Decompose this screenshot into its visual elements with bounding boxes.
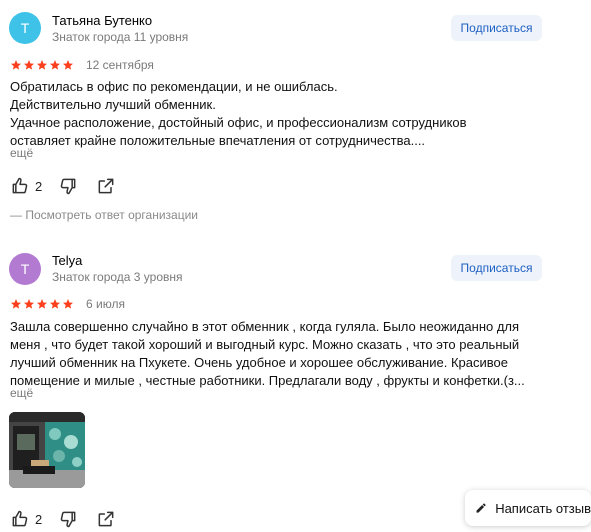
star-icon (63, 60, 73, 70)
more-link[interactable]: ещё (10, 146, 33, 160)
thumb-up-icon (12, 510, 28, 527)
star-icon (24, 60, 34, 70)
like-button[interactable]: 2 (10, 176, 42, 196)
like-button[interactable]: 2 (10, 509, 42, 529)
avatar[interactable]: T (9, 12, 41, 44)
share-button[interactable] (96, 176, 116, 196)
share-button[interactable] (96, 509, 116, 529)
review-date: 12 сентября (86, 58, 154, 72)
star-icon (37, 299, 47, 309)
rating-stars (10, 298, 74, 310)
review-text: Обратилась в офис по рекомендации, и не … (10, 79, 467, 148)
write-review-label: Написать отзыв (495, 500, 591, 516)
review-card: T Telya Знаток города 3 уровня Подписать… (0, 240, 591, 532)
office-photo-image (9, 412, 85, 488)
like-count: 2 (35, 178, 43, 194)
review-actions: 2 (10, 176, 116, 196)
subscribe-button[interactable]: Подписаться (451, 255, 542, 281)
star-icon (37, 60, 47, 70)
share-icon (98, 178, 114, 194)
dislike-button[interactable] (58, 509, 78, 529)
star-icon (11, 60, 21, 70)
star-icon (50, 299, 60, 309)
reviewer-name[interactable]: Татьяна Бутенко (52, 13, 152, 28)
thumb-down-icon (60, 511, 76, 528)
rating-stars (10, 59, 74, 71)
review-actions: 2 (10, 509, 116, 529)
star-icon (11, 299, 21, 309)
org-reply-link[interactable]: — Посмотреть ответ организации (10, 208, 198, 222)
review-photo[interactable] (9, 412, 85, 488)
write-review-button[interactable]: Написать отзыв (465, 490, 591, 526)
review-text: Зашла совершенно случайно в этот обменни… (10, 319, 525, 388)
star-icon (63, 299, 73, 309)
thumb-up-icon (12, 177, 28, 194)
reviewer-name[interactable]: Telya (52, 253, 82, 268)
reviewer-level: Знаток города 3 уровня (52, 270, 183, 284)
like-count: 2 (35, 511, 43, 527)
thumb-down-icon (60, 178, 76, 195)
avatar[interactable]: T (9, 253, 41, 285)
more-link[interactable]: ещё (10, 386, 33, 400)
share-icon (98, 511, 114, 527)
pencil-icon (476, 503, 486, 513)
dislike-button[interactable] (58, 176, 78, 196)
reviewer-level: Знаток города 11 уровня (52, 30, 189, 44)
star-icon (50, 60, 60, 70)
star-icon (24, 299, 34, 309)
review-card: T Татьяна Бутенко Знаток города 11 уровн… (0, 0, 591, 232)
subscribe-button[interactable]: Подписаться (451, 15, 542, 41)
review-date: 6 июля (86, 297, 125, 311)
